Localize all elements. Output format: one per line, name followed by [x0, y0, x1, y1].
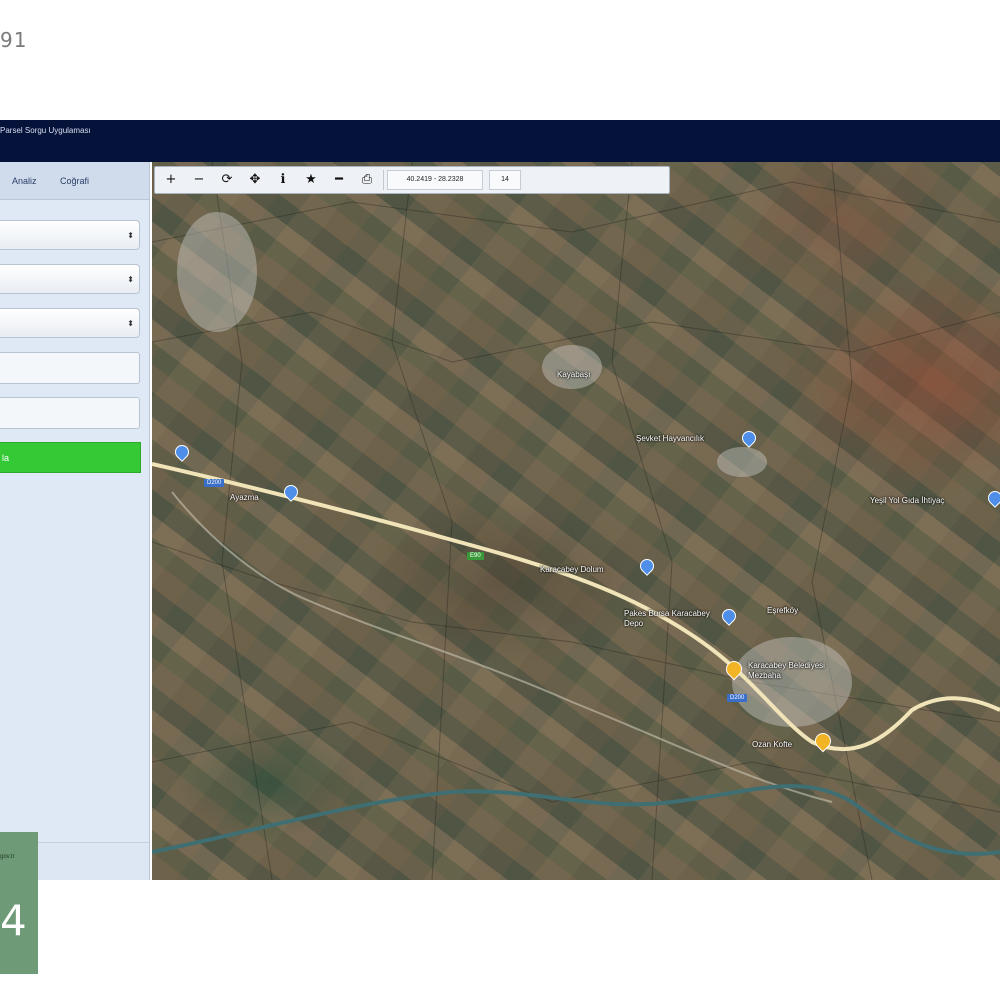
sidebar: Analiz Coğrafi ⬍ ⬍ ⬍ la: [0, 162, 150, 880]
highway: [152, 462, 1000, 752]
gov-badge-url: gov.tr: [0, 854, 15, 860]
zoom-in-icon[interactable]: +: [159, 169, 183, 191]
select-arrows-icon: ⬍: [127, 275, 134, 284]
gov-badge: gov.tr 4: [0, 832, 38, 974]
place-label: Yeşil Yol Gıda İhtiyaç: [870, 496, 945, 505]
place-label: Eşrefköy: [767, 606, 799, 615]
place-label: Kayabaşı: [557, 370, 591, 379]
map-view[interactable]: D200 E90 D200 Ayazma Şevket Hayvancılık …: [152, 162, 1000, 880]
secondary-road: [171, 491, 833, 803]
text-field-2[interactable]: [0, 397, 140, 429]
tab-analiz[interactable]: Analiz: [12, 176, 37, 186]
settlements: [177, 212, 852, 727]
info-icon[interactable]: ℹ: [271, 169, 295, 191]
map-overlay: [152, 162, 1000, 880]
place-label: Ozan Kofte: [752, 740, 793, 749]
star-icon[interactable]: ★: [299, 169, 323, 191]
print-icon[interactable]: ⎙: [355, 169, 379, 191]
tab-bar: Analiz Coğrafi: [0, 162, 149, 200]
place-label: Karacabey Belediyesi Mezbaha: [748, 661, 825, 680]
filter-select-3[interactable]: ⬍: [0, 308, 140, 338]
place-label: Karacabey Dolum: [540, 565, 604, 574]
measure-icon[interactable]: ━: [327, 169, 351, 191]
road-shield: D200: [727, 694, 748, 702]
place-label: Şevket Hayvancılık: [636, 434, 705, 443]
road-shield: D200: [204, 479, 225, 487]
map-toolbar: + − ⟳ ✥ ℹ ★ ━ ⎙ 40.2419 - 28.2328 14: [154, 166, 670, 194]
select-arrows-icon: ⬍: [127, 231, 134, 240]
gov-badge-digit: 4: [0, 896, 27, 945]
zoom-out-icon[interactable]: −: [187, 169, 211, 191]
page-number: 91: [0, 28, 28, 52]
query-button-label: la: [2, 453, 10, 463]
road-shield: E90: [467, 552, 484, 560]
place-label: Ayazma: [230, 493, 259, 502]
river: [152, 784, 1000, 856]
tab-cografi[interactable]: Coğrafi: [60, 176, 89, 186]
refresh-icon[interactable]: ⟳: [215, 169, 239, 191]
app-title: Parsel Sorgu Uygulaması: [0, 126, 91, 135]
page: 91 Parsel Sorgu Uygulaması Analiz Coğraf…: [0, 0, 1000, 1000]
toolbar-separator: [383, 170, 384, 190]
query-button[interactable]: la: [0, 442, 141, 473]
filter-select-1[interactable]: ⬍: [0, 220, 140, 250]
filter-select-2[interactable]: ⬍: [0, 264, 140, 294]
zoom-level-readout: 14: [489, 170, 521, 190]
field-boundaries: [152, 162, 1000, 880]
place-label: Pakes Bursa Karacabey Depo: [624, 609, 710, 628]
coordinate-readout: 40.2419 - 28.2328: [387, 170, 483, 190]
select-arrows-icon: ⬍: [127, 319, 134, 328]
app-header: Parsel Sorgu Uygulaması: [0, 120, 1000, 162]
locate-icon[interactable]: ✥: [243, 169, 267, 191]
text-field-1[interactable]: [0, 352, 140, 384]
